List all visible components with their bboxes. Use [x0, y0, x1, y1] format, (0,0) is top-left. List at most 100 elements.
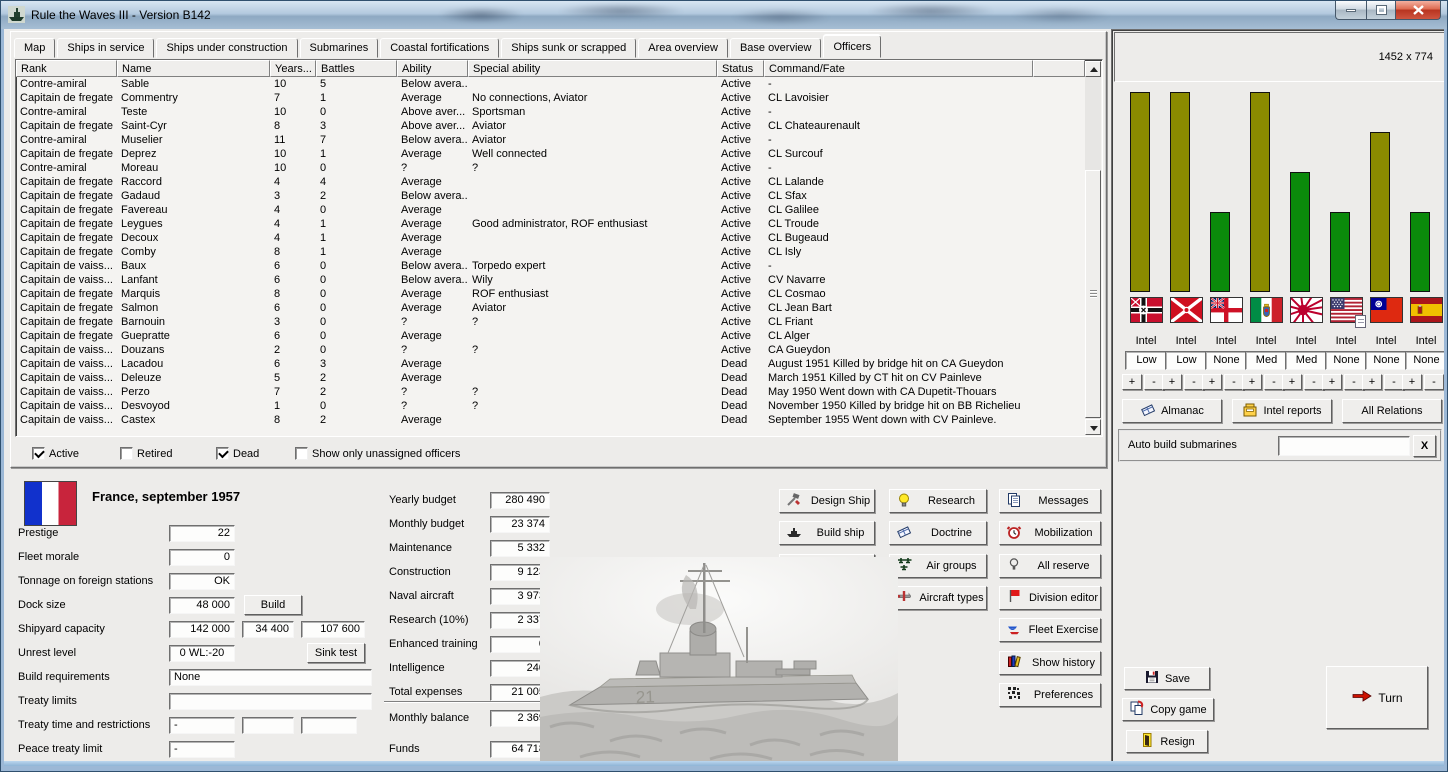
column-header-ability[interactable]: Ability — [397, 60, 468, 77]
intel-minus-button[interactable]: - — [1144, 374, 1164, 390]
officer-row[interactable]: Capitain de vaiss...Lanfant60Below avera… — [16, 273, 1085, 287]
turn-button[interactable]: Turn — [1326, 666, 1428, 729]
japan-naval-ensign-icon[interactable] — [1290, 297, 1323, 323]
officer-row[interactable]: Capitain de vaiss...Douzans20??ActiveCA … — [16, 343, 1085, 357]
checkbox-show-only-unassigned-officers[interactable] — [295, 447, 308, 460]
button-copy-game[interactable]: Copy game — [1122, 698, 1214, 721]
auto-build-input[interactable] — [1278, 436, 1410, 456]
button-division-editor[interactable]: Division editor — [999, 586, 1101, 610]
button-sink-test[interactable]: Sink test — [307, 643, 365, 663]
spain-flag-icon[interactable] — [1410, 297, 1443, 323]
button-preferences[interactable]: Preferences — [999, 683, 1101, 707]
intel-minus-button[interactable]: - — [1304, 374, 1324, 390]
china-roc-flag-icon[interactable] — [1370, 297, 1403, 323]
tab-ships-in-service[interactable]: Ships in service — [57, 38, 154, 58]
scroll-up-icon[interactable] — [1085, 61, 1101, 77]
close-button[interactable] — [1396, 1, 1441, 20]
column-header-battles[interactable]: Battles — [316, 60, 397, 77]
intel-plus-button[interactable]: + — [1242, 374, 1262, 390]
scroll-down-icon[interactable] — [1085, 419, 1101, 435]
intel-plus-button[interactable]: + — [1322, 374, 1342, 390]
button-almanac[interactable]: Almanac — [1122, 399, 1222, 423]
tab-map[interactable]: Map — [14, 38, 55, 58]
column-header-special-ability[interactable]: Special ability — [468, 60, 717, 77]
tab-area-overview[interactable]: Area overview — [638, 38, 728, 58]
officer-row[interactable]: Capitain de vaiss...Deleuze52AverageDead… — [16, 371, 1085, 385]
officer-row[interactable]: Contre-amiralMuselier117Below avera...Av… — [16, 133, 1085, 147]
button-design-ship[interactable]: Design Ship — [779, 489, 875, 513]
uk-white-ensign-icon[interactable] — [1210, 297, 1243, 323]
officer-row[interactable]: Capitain de fregateMarquis80AverageROF e… — [16, 287, 1085, 301]
button-messages[interactable]: Messages — [999, 489, 1101, 513]
button-all-relations[interactable]: All Relations — [1342, 399, 1442, 423]
officer-row[interactable]: Contre-amiralSable105Below avera...Activ… — [16, 77, 1085, 91]
tab-coastal-fortifications[interactable]: Coastal fortifications — [380, 38, 499, 58]
button-research[interactable]: Research — [889, 489, 987, 513]
intel-plus-button[interactable]: + — [1122, 374, 1142, 390]
officer-row[interactable]: Capitain de fregateDecoux41AverageActive… — [16, 231, 1085, 245]
officer-row[interactable]: Capitain de vaiss...Castex82AverageDeadS… — [16, 413, 1085, 427]
button-show-history[interactable]: Show history — [999, 651, 1101, 675]
usa-flag-icon[interactable] — [1330, 297, 1363, 323]
officer-row[interactable]: Capitain de fregateSaint-Cyr83Above aver… — [16, 119, 1085, 133]
intel-plus-button[interactable]: + — [1202, 374, 1222, 390]
officer-row[interactable]: Capitain de vaiss...Desvoyod10??DeadNove… — [16, 399, 1085, 413]
column-header-years-[interactable]: Years... — [270, 60, 316, 77]
russia-naval-jack-icon[interactable] — [1170, 297, 1203, 323]
scrollbar-thumb[interactable] — [1085, 170, 1101, 418]
maximize-button[interactable] — [1366, 1, 1396, 20]
auto-build-clear-button[interactable]: X — [1413, 435, 1436, 457]
officer-row[interactable]: Capitain de fregateSalmon60AverageAviato… — [16, 301, 1085, 315]
column-header-rank[interactable]: Rank — [16, 60, 117, 77]
intel-plus-button[interactable]: + — [1162, 374, 1182, 390]
button-intel-reports[interactable]: Intel reports — [1232, 399, 1332, 423]
button-build[interactable]: Build — [244, 595, 302, 615]
button-resign[interactable]: Resign — [1126, 730, 1208, 753]
column-header-command-fate[interactable]: Command/Fate — [764, 60, 1033, 77]
officer-row[interactable]: Contre-amiralMoreau100??Active- — [16, 161, 1085, 175]
officer-row[interactable]: Capitain de vaiss...Perzo72??DeadMay 195… — [16, 385, 1085, 399]
intel-minus-button[interactable]: - — [1224, 374, 1244, 390]
minimize-button[interactable] — [1335, 1, 1366, 20]
title-bar[interactable]: Rule the Waves III - Version B142 — [1, 1, 1447, 29]
intel-minus-button[interactable]: - — [1424, 374, 1444, 390]
officer-row[interactable]: Capitain de fregateCommentry71AverageNo … — [16, 91, 1085, 105]
intel-plus-button[interactable]: + — [1402, 374, 1422, 390]
checkbox-active[interactable] — [32, 447, 45, 460]
tab-ships-under-construction[interactable]: Ships under construction — [156, 38, 297, 58]
germany-war-ensign-icon[interactable] — [1130, 297, 1163, 323]
intel-plus-button[interactable]: + — [1362, 374, 1382, 390]
table-scrollbar[interactable] — [1085, 61, 1101, 435]
column-header-name[interactable]: Name — [117, 60, 270, 77]
intel-plus-button[interactable]: + — [1282, 374, 1302, 390]
officer-row[interactable]: Capitain de vaiss...Baux60Below avera...… — [16, 259, 1085, 273]
button-all-reserve[interactable]: All reserve — [999, 554, 1101, 578]
intel-minus-button[interactable]: - — [1184, 374, 1204, 390]
officer-row[interactable]: Contre-amiralTeste100Above aver...Sports… — [16, 105, 1085, 119]
intel-minus-button[interactable]: - — [1384, 374, 1404, 390]
intel-minus-button[interactable]: - — [1344, 374, 1364, 390]
intel-minus-button[interactable]: - — [1264, 374, 1284, 390]
button-mobilization[interactable]: Mobilization — [999, 521, 1101, 545]
officer-row[interactable]: Capitain de fregateLeygues41AverageGood … — [16, 217, 1085, 231]
button-doctrine[interactable]: Doctrine — [889, 521, 987, 545]
checkbox-dead[interactable] — [216, 447, 229, 460]
tab-submarines[interactable]: Submarines — [300, 38, 379, 58]
tab-base-overview[interactable]: Base overview — [730, 38, 822, 58]
officer-row[interactable]: Capitain de fregateGadaud32Below avera..… — [16, 189, 1085, 203]
tab-ships-sunk-or-scrapped[interactable]: Ships sunk or scrapped — [501, 38, 636, 58]
italy-flag-icon[interactable] — [1250, 297, 1283, 323]
officer-row[interactable]: Capitain de fregateRaccord44AverageActiv… — [16, 175, 1085, 189]
button-air-groups[interactable]: Air groups — [889, 554, 987, 578]
button-fleet-exercise[interactable]: Fleet Exercise — [999, 618, 1101, 642]
officer-row[interactable]: Capitain de fregateFavereau40AverageActi… — [16, 203, 1085, 217]
button-build-ship[interactable]: Build ship — [779, 521, 875, 545]
column-header-status[interactable]: Status — [717, 60, 764, 77]
button-save[interactable]: Save — [1124, 667, 1210, 690]
checkbox-retired[interactable] — [120, 447, 133, 460]
officer-row[interactable]: Capitain de vaiss...Lacadou63AverageDead… — [16, 357, 1085, 371]
officer-row[interactable]: Capitain de fregateDeprez101AverageWell … — [16, 147, 1085, 161]
officer-row[interactable]: Capitain de fregateComby81AverageActiveC… — [16, 245, 1085, 259]
button-aircraft-types[interactable]: Aircraft types — [889, 586, 987, 610]
officer-row[interactable]: Capitain de fregateGuepratte60AverageAct… — [16, 329, 1085, 343]
